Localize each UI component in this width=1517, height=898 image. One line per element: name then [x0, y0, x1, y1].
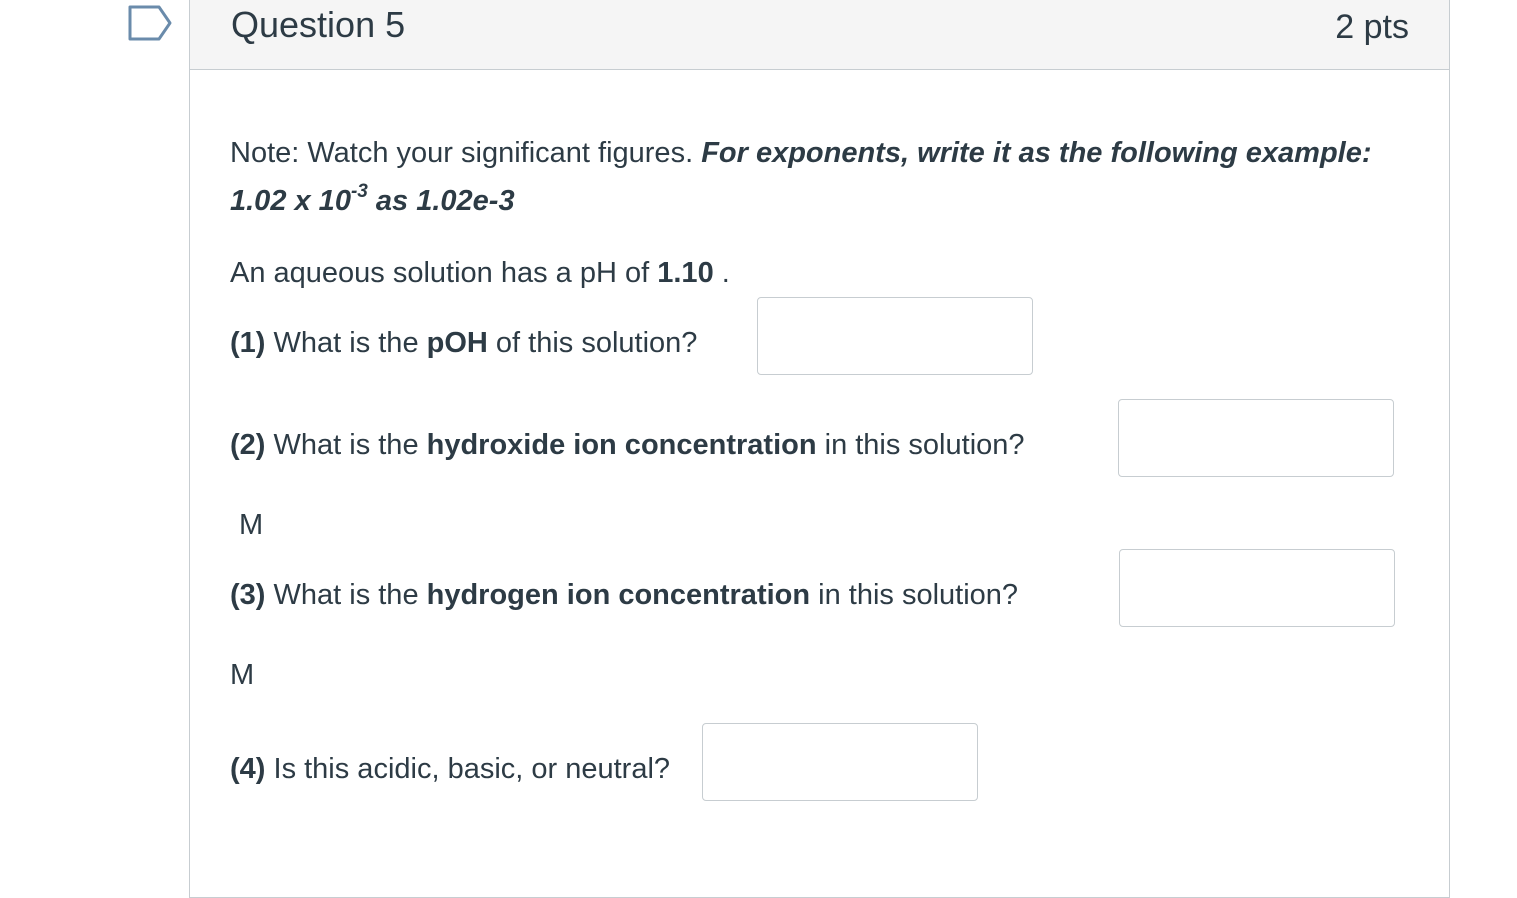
flag-question-icon[interactable]	[128, 5, 172, 41]
part-3-pre: What is the	[265, 579, 427, 611]
note-prefix: Note: Watch your significant figures.	[230, 137, 702, 169]
note-emphasis: For exponents, write it as the following…	[701, 137, 1372, 169]
example-mantissa: 1.02 x 10	[230, 185, 351, 217]
part-3-post: in this solution?	[810, 579, 1019, 611]
note-line-1: Note: Watch your significant figures. Fo…	[230, 135, 1372, 171]
answer-input-acidity[interactable]	[702, 723, 978, 801]
answer-input-poh[interactable]	[757, 297, 1033, 375]
part-1-number: (1)	[230, 327, 266, 359]
question-title: Question 5	[231, 4, 406, 45]
ph-value: 1.10	[657, 257, 714, 289]
note-line-2: 1.02 x 10-3 as 1.02e-3	[230, 181, 515, 219]
part-1-post: of this solution?	[487, 327, 698, 359]
intro-text: An aqueous solution has a pH of	[230, 257, 658, 289]
part-1-pre: What is the	[265, 327, 427, 359]
part-4-number: (4)	[230, 753, 266, 785]
answer-input-hydrogen[interactable]	[1119, 549, 1395, 627]
part-2-pre: What is the	[265, 429, 427, 461]
example-exponent: -3	[350, 181, 368, 203]
part-1-prompt: (1) What is the pOH of this solution?	[230, 325, 697, 361]
problem-statement: An aqueous solution has a pH of 1.10 .	[230, 255, 730, 291]
question-header: Question 5 2 pts	[190, 0, 1449, 70]
part-3-unit: M	[230, 659, 255, 691]
part-4-pre: Is this acidic, basic, or neutral?	[265, 753, 671, 785]
answer-input-hydroxide[interactable]	[1118, 399, 1394, 477]
example-suffix: as 1.02e-3	[367, 185, 515, 217]
part-2-unit: M	[239, 509, 264, 541]
part-2-term: hydroxide ion concentration	[426, 429, 817, 461]
part-3-term: hydrogen ion concentration	[426, 579, 811, 611]
part-2-number: (2)	[230, 429, 266, 461]
part-1-term: pOH	[426, 327, 488, 359]
part-3-prompt: (3) What is the hydrogen ion concentrati…	[230, 577, 1018, 613]
intro-end: .	[713, 257, 730, 289]
part-4-prompt: (4) Is this acidic, basic, or neutral?	[230, 751, 670, 787]
part-2-post: in this solution?	[816, 429, 1025, 461]
part-3-number: (3)	[230, 579, 266, 611]
part-2-prompt: (2) What is the hydroxide ion concentrat…	[230, 427, 1025, 463]
question-points: 2 pts	[1335, 8, 1409, 46]
